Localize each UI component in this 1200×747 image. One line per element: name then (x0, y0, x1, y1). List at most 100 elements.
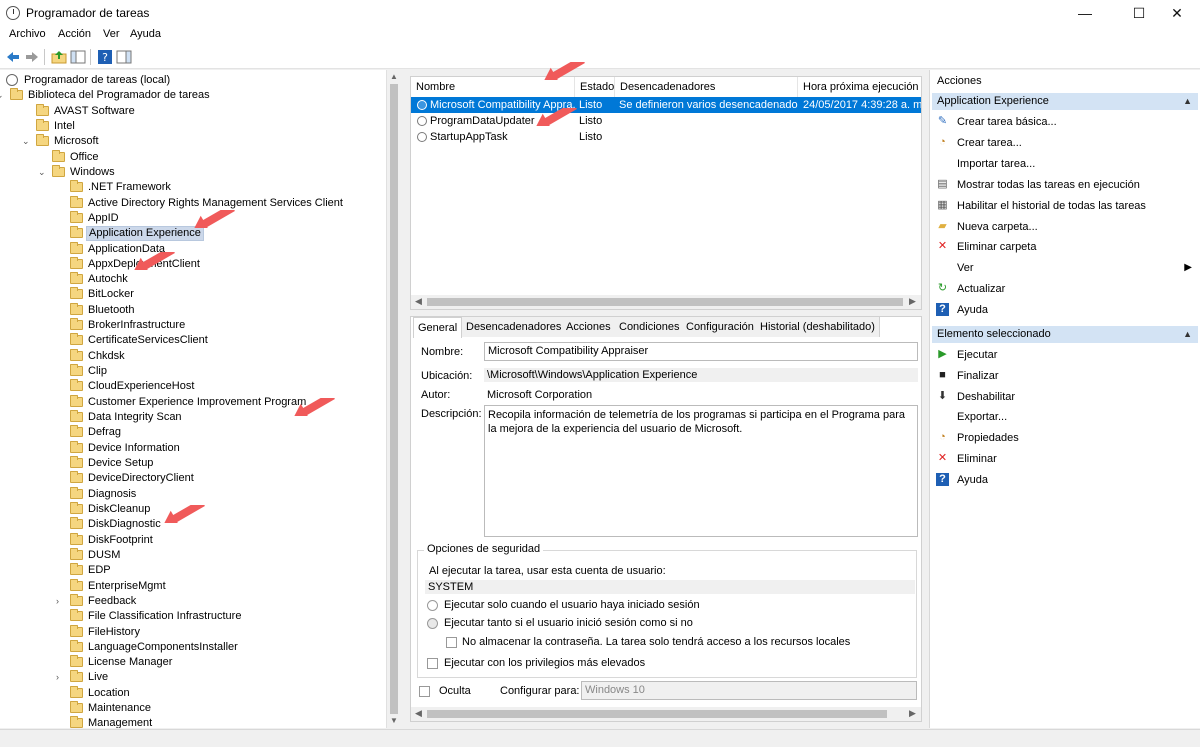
action-item[interactable]: ✕ Eliminar carpeta (936, 238, 1194, 256)
actions-section-application-experience[interactable]: Application Experience ▲ (932, 93, 1198, 110)
show-hide-tree-icon[interactable] (70, 49, 86, 65)
tree-item[interactable]: ⌄ Windows (0, 164, 386, 180)
no-store-password-checkbox[interactable] (446, 637, 457, 648)
up-folder-icon[interactable] (51, 49, 67, 65)
tree-item[interactable]: Maintenance (0, 701, 386, 716)
action-item[interactable]: ? Ayuda (936, 301, 1194, 319)
action-item[interactable]: Importar tarea... (936, 155, 1194, 173)
menu-archivo[interactable]: Archivo (9, 28, 46, 40)
menu-accion[interactable]: Acción (58, 28, 91, 40)
tree-item[interactable]: BrokerInfrastructure (0, 318, 386, 333)
name-field[interactable]: Microsoft Compatibility Appraiser (484, 342, 918, 361)
close-button[interactable]: ✕ (1154, 0, 1200, 26)
tree-item[interactable]: Active Directory Rights Management Servi… (0, 195, 386, 211)
tree-item[interactable]: Location (0, 685, 386, 701)
tree-item[interactable]: AVAST Software (0, 103, 386, 119)
action-item[interactable]: ⬇ Deshabilitar (936, 388, 1194, 406)
show-hide-actions-icon[interactable] (116, 49, 132, 65)
tree-scrollbar[interactable]: ▲ ▼ (386, 70, 400, 728)
tree-item[interactable]: License Manager (0, 655, 386, 670)
collapse-icon[interactable]: ▲ (1183, 326, 1192, 343)
tree-item[interactable]: CertificateServicesClient (0, 333, 386, 348)
scroll-left-icon[interactable]: ◀ (415, 708, 422, 719)
tree-item[interactable]: EnterpriseMgmt (0, 578, 386, 594)
description-field[interactable]: Recopila información de telemetría de lo… (484, 405, 918, 537)
tree-item[interactable]: FileHistory (0, 624, 386, 640)
task-row[interactable]: Microsoft Compatibility Appra... Listo Se … (411, 97, 921, 113)
tree-item[interactable]: › Live (0, 670, 386, 685)
task-list-hscrollbar[interactable]: ◀ ▶ (411, 295, 921, 309)
scroll-thumb[interactable] (427, 710, 887, 718)
tree-item[interactable]: Office (0, 149, 386, 165)
scroll-thumb[interactable] (427, 298, 903, 306)
column-desencadenadores[interactable]: Desencadenadores (615, 77, 798, 97)
tree-library[interactable]: ⌄ Biblioteca del Programador de tareas (0, 88, 386, 103)
tab-acciones[interactable]: Acciones (562, 317, 616, 337)
scroll-down-icon[interactable]: ▼ (390, 716, 398, 725)
highest-privileges-checkbox[interactable] (427, 658, 438, 669)
scroll-left-icon[interactable]: ◀ (415, 296, 422, 307)
expand-icon[interactable]: › (56, 670, 65, 685)
collapse-icon[interactable]: ⌄ (0, 88, 5, 103)
action-item[interactable]: ▦ Habilitar el historial de todas las tar… (936, 197, 1194, 215)
tab-configuracion[interactable]: Configuración (682, 317, 759, 337)
minimize-button[interactable]: — (1062, 0, 1108, 26)
tree-item[interactable]: DeviceDirectoryClient (0, 471, 386, 486)
action-item[interactable]: ◔ Propiedades (936, 429, 1194, 447)
tab-desencadenadores[interactable]: Desencadenadores (462, 317, 567, 337)
scroll-right-icon[interactable]: ▶ (909, 296, 916, 307)
tree-item[interactable]: Autochk (0, 272, 386, 287)
tree-item[interactable]: Diagnosis (0, 486, 386, 502)
tree-item[interactable]: .NET Framework (0, 180, 386, 195)
tree-item[interactable]: Application Experience (0, 226, 386, 242)
task-row[interactable]: StartupAppTask Listo (411, 129, 921, 145)
tree-item[interactable]: ApplicationData (0, 241, 386, 257)
action-item[interactable]: ✕ Eliminar (936, 450, 1194, 468)
action-item[interactable]: ◔ Crear tarea... (936, 134, 1194, 152)
column-estado[interactable]: Estado (575, 77, 615, 97)
tab-historial[interactable]: Historial (deshabilitado) (756, 317, 880, 337)
configure-for-select[interactable]: Windows 10 (581, 681, 917, 700)
tree-item[interactable]: Clip (0, 364, 386, 379)
action-item[interactable]: ▰ Nueva carpeta... (936, 218, 1194, 236)
tree-item[interactable]: Device Setup (0, 456, 386, 471)
task-row[interactable]: ProgramDataUpdater Listo (411, 113, 921, 129)
tree-item[interactable]: EDP (0, 563, 386, 578)
tree-item[interactable]: LanguageComponentsInstaller (0, 639, 386, 655)
collapse-icon[interactable]: ⌄ (22, 134, 31, 149)
column-hora-proxima[interactable]: Hora próxima ejecución (798, 77, 921, 97)
action-item[interactable]: Ver ▶ (936, 259, 1194, 277)
tree-item[interactable]: Management (0, 716, 386, 728)
tree-item[interactable]: Bluetooth (0, 302, 386, 318)
tree-item[interactable]: AppxDeploymentClient (0, 256, 386, 272)
action-item[interactable]: ↻ Actualizar (936, 280, 1194, 298)
tree-root[interactable]: Programador de tareas (local) (0, 73, 386, 88)
expand-icon[interactable]: › (56, 594, 65, 609)
action-item[interactable]: ✎ Crear tarea básica... (936, 113, 1194, 131)
tree-item[interactable]: ⌄ Microsoft (0, 134, 386, 149)
radio-whether-logged[interactable] (427, 618, 438, 629)
action-item[interactable]: Exportar... (936, 408, 1194, 426)
collapse-icon[interactable]: ⌄ (38, 165, 47, 180)
scroll-up-icon[interactable]: ▲ (390, 72, 398, 81)
details-hscrollbar[interactable]: ◀ ▶ (411, 707, 921, 721)
forward-icon[interactable] (24, 49, 40, 65)
hidden-checkbox[interactable] (419, 686, 430, 697)
action-item[interactable]: ? Ayuda (936, 471, 1194, 489)
tree-item[interactable]: DUSM (0, 547, 386, 563)
tree-item[interactable]: Chkdsk (0, 348, 386, 364)
column-nombre[interactable]: Nombre (411, 77, 575, 97)
help-icon[interactable]: ? (97, 49, 113, 65)
tree-item[interactable]: File Classification Infrastructure (0, 609, 386, 624)
scroll-thumb[interactable] (390, 84, 398, 714)
tree-item[interactable]: › Feedback (0, 593, 386, 609)
menu-ayuda[interactable]: Ayuda (130, 28, 161, 40)
tree-item[interactable]: BitLocker (0, 287, 386, 302)
menu-ver[interactable]: Ver (103, 28, 120, 40)
tab-condiciones[interactable]: Condiciones (615, 317, 685, 337)
scroll-right-icon[interactable]: ▶ (909, 708, 916, 719)
tree-item[interactable]: Defrag (0, 425, 386, 440)
action-item[interactable]: ■ Finalizar (936, 367, 1194, 385)
tree-item[interactable]: CloudExperienceHost (0, 379, 386, 394)
back-icon[interactable] (5, 49, 21, 65)
